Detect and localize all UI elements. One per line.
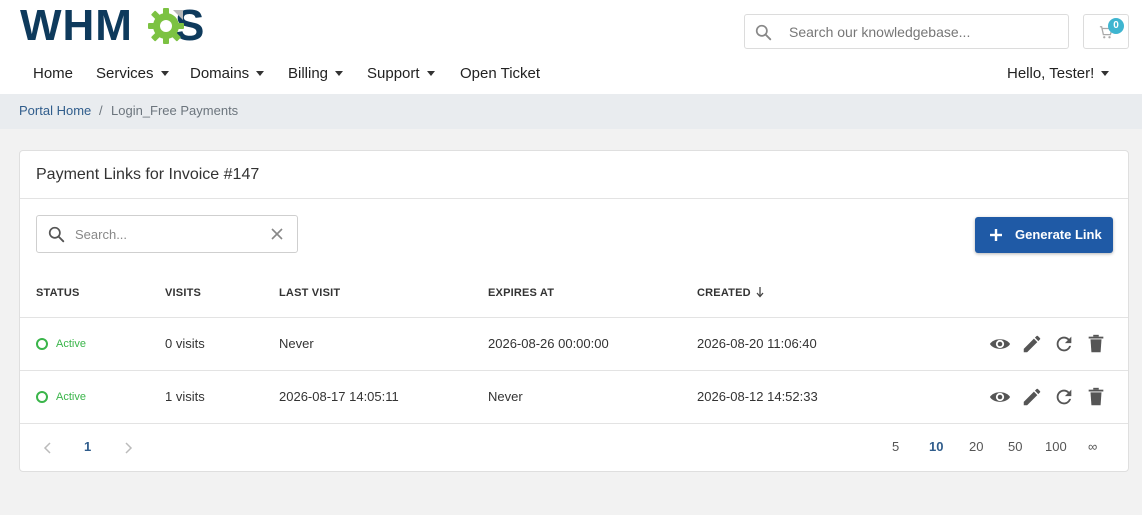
card-title: Payment Links for Invoice #147 [36, 166, 260, 183]
caret-down-icon [256, 71, 265, 76]
chevron-right-icon[interactable] [123, 442, 133, 454]
last-visit-cell: 2026-08-17 14:05:11 [279, 389, 399, 404]
page-size-option[interactable]: 20 [969, 439, 983, 455]
plus-icon [990, 229, 1002, 241]
row-divider [20, 317, 1128, 318]
whmcs-logo[interactable]: WHM S [20, 4, 215, 48]
breadcrumb-home-link[interactable]: Portal Home [19, 94, 91, 127]
nav-item-label: Billing [288, 65, 329, 82]
caret-down-icon [1101, 71, 1110, 76]
nav-item-billing[interactable]: Billing [288, 62, 344, 86]
nav-item-label: Open Ticket [460, 65, 541, 82]
generate-link-button[interactable]: Generate Link [975, 217, 1113, 253]
view-icon[interactable] [989, 333, 1011, 355]
nav-item-label: Home [33, 65, 74, 82]
card-divider [20, 198, 1128, 199]
nav-item-services[interactable]: Services [96, 62, 169, 86]
payment-links-card: Payment Links for Invoice #147 Generate … [19, 150, 1129, 472]
table-search-input[interactable] [75, 216, 265, 252]
table-search[interactable] [36, 215, 298, 253]
expires-at-cell: Never [488, 389, 523, 404]
page-size-option-all[interactable]: ∞ [1088, 439, 1097, 455]
column-header-status[interactable]: STATUS [36, 286, 80, 300]
status-active-icon [36, 391, 48, 403]
edit-icon[interactable] [1021, 386, 1043, 408]
refresh-icon[interactable] [1053, 333, 1075, 355]
user-greeting: Hello, Tester! [1007, 65, 1095, 82]
caret-down-icon [335, 71, 344, 76]
delete-icon[interactable] [1085, 386, 1107, 408]
nav-item-support[interactable]: Support [367, 62, 435, 86]
gear-logo-icon [148, 8, 184, 44]
caret-down-icon [160, 71, 169, 76]
created-cell: 2026-08-20 11:06:40 [697, 336, 817, 351]
main-nav: Home Services Domains Billing Support Op… [0, 62, 1142, 88]
breadcrumb: Portal Home / Login_Free Payments [0, 94, 1142, 129]
clear-search-icon[interactable] [270, 227, 284, 241]
knowledgebase-search-input[interactable] [789, 15, 1064, 48]
refresh-icon[interactable] [1053, 386, 1075, 408]
generate-link-label: Generate Link [1015, 227, 1102, 242]
visits-cell: 0 visits [165, 336, 205, 351]
visits-cell: 1 visits [165, 389, 205, 404]
page-size-option-active[interactable]: 10 [929, 439, 943, 455]
created-cell: 2026-08-12 14:52:33 [697, 389, 818, 404]
breadcrumb-current: Login_Free Payments [111, 103, 239, 118]
status-badge: Active [56, 338, 86, 350]
nav-item-label: Support [367, 65, 420, 82]
edit-icon[interactable] [1021, 333, 1043, 355]
column-header-visits[interactable]: VISITS [165, 286, 201, 300]
caret-down-icon [426, 71, 435, 76]
view-icon[interactable] [989, 386, 1011, 408]
nav-item-label: Domains [190, 65, 250, 82]
knowledgebase-search[interactable] [744, 14, 1069, 49]
sort-descending-icon[interactable] [756, 286, 764, 298]
breadcrumb-separator: / [99, 103, 103, 118]
nav-item-home[interactable]: Home [33, 62, 73, 86]
page-number-current[interactable]: 1 [84, 439, 91, 455]
page-size-option[interactable]: 100 [1045, 439, 1067, 455]
nav-item-open-ticket[interactable]: Open Ticket [460, 62, 540, 86]
search-icon [755, 24, 772, 41]
column-header-expires-at[interactable]: EXPIRES AT [488, 286, 554, 300]
site-header: WHMS 0 [0, 0, 1142, 94]
nav-item-domains[interactable]: Domains [190, 62, 265, 86]
search-icon [48, 226, 65, 243]
cart-button[interactable]: 0 [1083, 14, 1129, 49]
delete-icon[interactable] [1085, 333, 1107, 355]
last-visit-cell: Never [279, 336, 314, 351]
page-size-option[interactable]: 50 [1008, 439, 1022, 455]
nav-item-label: Services [96, 65, 154, 82]
chevron-left-icon[interactable] [43, 442, 53, 454]
status-badge: Active [56, 391, 86, 403]
row-divider [20, 370, 1128, 371]
user-menu[interactable]: Hello, Tester! [1007, 62, 1110, 86]
row-divider [20, 423, 1128, 424]
column-header-created[interactable]: CREATED [697, 286, 751, 300]
cart-count-badge: 0 [1108, 18, 1124, 34]
expires-at-cell: 2026-08-26 00:00:00 [488, 336, 609, 351]
status-active-icon [36, 338, 48, 350]
column-header-last-visit[interactable]: LAST VISIT [279, 286, 340, 300]
page-size-option[interactable]: 5 [892, 439, 899, 455]
